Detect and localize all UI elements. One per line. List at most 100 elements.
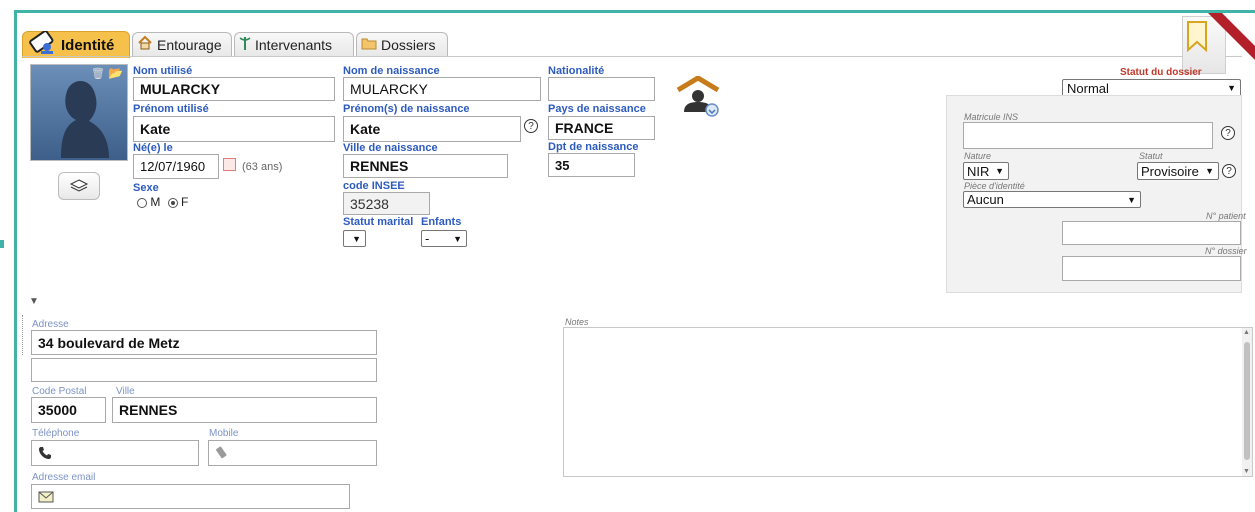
chevron-down-icon: ▼ [1127, 194, 1136, 205]
nom-naissance-label: Nom de naissance [343, 65, 440, 77]
code-insee-input: 35238 [343, 192, 430, 215]
layers-button[interactable] [58, 172, 100, 200]
envelope-icon [38, 491, 54, 502]
num-dossier-input[interactable] [1062, 256, 1241, 281]
patient-home-button[interactable] [676, 75, 722, 118]
tab-identite-label: Identité [61, 36, 115, 54]
open-folder-icon[interactable]: 📂 [108, 66, 123, 80]
prenoms-help-icon[interactable]: ? [524, 119, 538, 133]
enfants-label: Enfants [421, 216, 462, 228]
code-postal-input[interactable]: 35000 [31, 397, 106, 423]
statut-marital-label: Statut marital [343, 216, 414, 228]
telephone-input[interactable] [31, 440, 199, 466]
calendar-icon[interactable] [223, 158, 236, 171]
statut-marital-select[interactable]: ▼ [343, 230, 366, 247]
ne-le-label: Né(e) le [133, 142, 173, 154]
tab-identite[interactable]: Identité [22, 30, 130, 59]
caduceus-icon [239, 35, 251, 54]
nature-value: NIR [967, 163, 990, 179]
mobile-label: Mobile [209, 428, 239, 439]
scroll-up-icon[interactable]: ▲ [1243, 329, 1250, 336]
layers-icon [69, 179, 89, 192]
ville-naissance-input[interactable]: RENNES [343, 154, 508, 178]
prenoms-naissance-input[interactable]: Kate [343, 116, 521, 142]
statut-dossier-value: Normal [1067, 80, 1109, 96]
sexe-m-label: M [150, 195, 161, 209]
piece-identite-value: Aucun [967, 192, 1004, 207]
matricule-help-icon[interactable]: ? [1221, 126, 1235, 140]
corner-ribbon-icon [1208, 13, 1255, 60]
pays-naissance-input[interactable]: FRANCE [548, 116, 655, 140]
tab-underline [22, 56, 1242, 57]
scroll-down-icon[interactable]: ▼ [1243, 468, 1250, 475]
person-house-icon [676, 75, 720, 117]
phone-icon [39, 447, 51, 459]
adresse-label: Adresse [32, 319, 69, 330]
ville-naissance-label: Ville de naissance [343, 142, 438, 154]
nom-utilise-label: Nom utilisé [133, 65, 193, 77]
piece-identite-select[interactable]: Aucun ▼ [963, 191, 1141, 208]
enfants-value: - [425, 231, 430, 246]
nature-select[interactable]: NIR ▼ [963, 162, 1009, 180]
email-input[interactable] [31, 484, 350, 509]
folder-icon [361, 36, 377, 53]
statut-ins-select[interactable]: Provisoire ▼ [1137, 162, 1219, 180]
date-naissance-input[interactable]: 12/07/1960 [133, 154, 219, 179]
enfants-select[interactable]: - ▼ [421, 230, 467, 247]
code-postal-label: Code Postal [32, 386, 87, 397]
resize-handle[interactable] [22, 315, 25, 355]
nom-utilise-input[interactable]: MULARCKY [133, 77, 335, 101]
notes-scrollbar[interactable]: ▲ ▼ [1242, 328, 1252, 476]
prenom-utilise-label: Prénom utilisé [133, 103, 209, 115]
prenom-utilise-input[interactable]: Kate [133, 116, 335, 142]
collapse-toggle-icon[interactable]: ▼ [29, 296, 39, 307]
ville-label: Ville [116, 386, 135, 397]
mobile-input[interactable] [208, 440, 377, 466]
patient-photo[interactable]: 🗑 📂 [30, 64, 128, 161]
ville-input[interactable]: RENNES [112, 397, 377, 423]
telephone-label: Téléphone [32, 428, 80, 439]
statut-ins-value: Provisoire [1141, 163, 1199, 179]
notes-label: Notes [565, 317, 589, 327]
num-dossier-label: N° dossier [1205, 246, 1247, 256]
tab-intervenants-label: Intervenants [255, 36, 333, 53]
chevron-down-icon: ▼ [453, 233, 462, 244]
num-patient-label: N° patient [1206, 211, 1246, 221]
left-edge-marker [0, 240, 4, 248]
chevron-down-icon: ▼ [1205, 166, 1214, 176]
nature-label: Nature [964, 151, 992, 161]
dpt-naissance-label: Dpt de naissance [548, 141, 639, 153]
statut-dossier-label: Statut du dossier [1120, 67, 1202, 78]
sexe-f-label: F [181, 195, 189, 209]
prenoms-naissance-label: Prénom(s) de naissance [343, 103, 470, 115]
sexe-m-radio[interactable] [137, 197, 147, 208]
sexe-f-radio[interactable] [167, 197, 178, 208]
chevron-down-icon: ▼ [995, 166, 1004, 176]
id-card-icon [27, 30, 57, 59]
tab-entourage[interactable]: Entourage [132, 32, 232, 56]
sexe-radio-group: M F [137, 195, 188, 209]
tab-bar: Identité Entourage Intervenants Dossiers [22, 20, 1242, 58]
dpt-naissance-input[interactable]: 35 [548, 153, 635, 177]
mobile-phone-icon [216, 446, 227, 459]
tab-dossiers[interactable]: Dossiers [356, 32, 448, 56]
tab-intervenants[interactable]: Intervenants [234, 32, 354, 56]
code-insee-label: code INSEE [343, 180, 405, 192]
age-text: (63 ans) [242, 161, 283, 173]
nom-naissance-input[interactable]: MULARCKY [343, 77, 541, 101]
nationalite-input[interactable] [548, 77, 655, 101]
statut-ins-help-icon[interactable]: ? [1222, 164, 1236, 178]
piece-identite-label: Pièce d'identité [964, 181, 1025, 191]
adresse-line2-input[interactable] [31, 358, 377, 382]
tab-dossiers-label: Dossiers [381, 36, 436, 53]
nationalite-label: Nationalité [548, 65, 605, 77]
house-icon [137, 35, 153, 54]
adresse-line1-input[interactable]: 34 boulevard de Metz [31, 330, 377, 355]
tab-entourage-label: Entourage [157, 36, 222, 53]
num-patient-input[interactable] [1062, 221, 1241, 245]
notes-textarea[interactable]: ▲ ▼ [563, 327, 1253, 477]
matricule-ins-input[interactable] [963, 122, 1213, 149]
delete-photo-icon[interactable]: 🗑 [91, 67, 105, 80]
notes-scroll-thumb[interactable] [1244, 342, 1250, 460]
pays-naissance-label: Pays de naissance [548, 103, 646, 115]
